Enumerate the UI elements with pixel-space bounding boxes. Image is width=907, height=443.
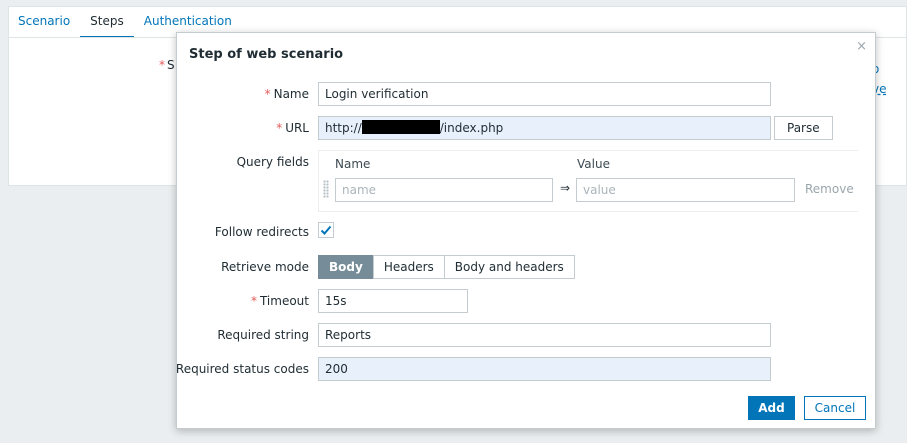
query-fields-table: Name Value name ⇒ value Remove: [318, 150, 858, 212]
query-value-input[interactable]: value: [576, 178, 795, 202]
required-string-row: Required string Reports: [177, 323, 877, 347]
query-name-input[interactable]: name: [335, 178, 553, 202]
required-status-codes-row: Required status codes 200: [175, 357, 877, 381]
url-row: * URL http:// /index.php Parse: [177, 116, 877, 140]
close-icon[interactable]: ×: [856, 39, 867, 54]
required-marker: *: [276, 121, 283, 135]
tab-scenario[interactable]: Scenario: [8, 6, 80, 38]
step-dialog: Step of web scenario × * Name Login verif…: [176, 32, 876, 429]
url-label: * URL: [276, 116, 309, 140]
query-fields-label: Query fields: [236, 155, 309, 169]
timeout-input[interactable]: 15s: [318, 289, 468, 313]
retrieve-mode-body-and-headers[interactable]: Body and headers: [443, 255, 575, 279]
url-value-prefix: http://: [325, 121, 362, 135]
url-input[interactable]: http:// /index.php: [318, 116, 771, 140]
retrieve-mode-label: Retrieve mode: [221, 260, 309, 274]
drag-handle-icon[interactable]: [323, 180, 329, 198]
timeout-label-text: Timeout: [259, 294, 309, 308]
add-button[interactable]: Add: [748, 396, 795, 420]
checkmark-icon: [320, 225, 332, 235]
redacted-host: [361, 120, 440, 134]
parse-button[interactable]: Parse: [774, 116, 833, 140]
timeout-row: * Timeout 15s: [177, 289, 877, 313]
cancel-button[interactable]: Cancel: [804, 396, 866, 420]
required-string-input[interactable]: Reports: [318, 323, 771, 347]
follow-redirects-row: Follow redirects: [177, 220, 877, 244]
retrieve-mode-body[interactable]: Body: [318, 255, 374, 279]
name-input[interactable]: Login verification: [318, 82, 771, 106]
name-label: * Name: [265, 82, 309, 106]
arrow-icon: ⇒: [560, 181, 571, 195]
background-field-label: S: [167, 58, 175, 72]
required-marker: *: [264, 87, 271, 101]
required-marker: *: [250, 294, 257, 308]
query-col-value: Value: [577, 157, 610, 171]
name-row: * Name Login verification: [177, 82, 877, 106]
name-label-text: Name: [273, 87, 309, 101]
required-string-label: Required string: [217, 328, 309, 342]
retrieve-mode-headers[interactable]: Headers: [372, 255, 445, 279]
required-status-codes-label: Required status codes: [175, 362, 309, 376]
tab-steps[interactable]: Steps: [80, 6, 134, 38]
background-required-marker: *: [159, 58, 165, 72]
dialog-title: Step of web scenario: [189, 47, 344, 62]
url-label-text: URL: [285, 121, 309, 135]
follow-redirects-checkbox[interactable]: [318, 222, 334, 238]
url-value-suffix: /index.php: [439, 121, 504, 135]
retrieve-mode-segmented: Body Headers Body and headers: [318, 255, 575, 279]
required-status-codes-input[interactable]: 200: [318, 357, 771, 381]
query-col-name: Name: [335, 157, 371, 171]
query-remove-link[interactable]: Remove: [805, 182, 854, 196]
timeout-label: * Timeout: [251, 289, 309, 313]
follow-redirects-label: Follow redirects: [214, 225, 309, 239]
